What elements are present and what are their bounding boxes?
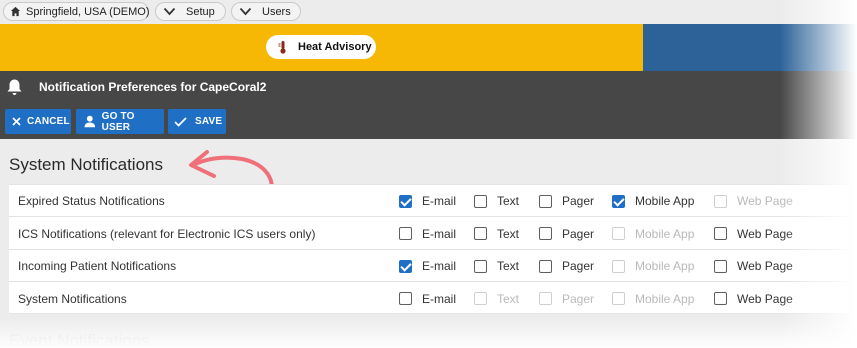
mobile-app-option: Mobile App	[612, 226, 694, 242]
e-mail-label: E-mail	[422, 194, 457, 208]
close-icon	[12, 117, 21, 126]
system-notifications-table: Expired Status Notifications E-mail Text Pa…	[9, 184, 849, 314]
e-mail-checkbox[interactable]	[399, 292, 412, 305]
e-mail-option[interactable]: E-mail	[399, 291, 456, 307]
chevron-down-icon	[163, 7, 176, 16]
e-mail-checkbox[interactable]	[399, 227, 412, 240]
mobile-app-option: Mobile App	[612, 258, 694, 274]
text-label: Text	[497, 226, 520, 241]
thermometer-icon	[278, 41, 286, 54]
row-label: Expired Status Notifications	[18, 194, 165, 208]
e-mail-label: E-mail	[422, 259, 457, 273]
mobile-app-label: Mobile App	[635, 194, 695, 208]
pager-checkbox[interactable]	[539, 194, 552, 208]
breadcrumb-users[interactable]: Users	[231, 2, 301, 21]
web-page-checkbox	[714, 194, 727, 208]
breadcrumb-setup-label: Setup	[186, 5, 215, 18]
page-header: Notification Preferences for CapeCoral2	[0, 71, 857, 104]
text-option: Text	[474, 291, 519, 307]
mobile-app-label: Mobile App	[635, 291, 695, 306]
web-page-checkbox[interactable]	[714, 259, 727, 273]
web-page-checkbox[interactable]	[714, 227, 727, 240]
mobile-app-label: Mobile App	[635, 226, 695, 241]
breadcrumb: Springfield, USA (DEMO) Setup Users	[0, 0, 857, 24]
go-to-user-button-label: GO TO USER	[101, 110, 135, 133]
e-mail-option[interactable]: E-mail	[399, 193, 456, 209]
text-option[interactable]: Text	[474, 226, 519, 242]
go-to-user-button[interactable]: GO TO USER	[76, 109, 164, 134]
table-row: ICS Notifications (relevant for Electron…	[9, 218, 849, 250]
breadcrumb-location[interactable]: Springfield, USA (DEMO)	[3, 2, 149, 21]
web-page-option[interactable]: Web Page	[714, 291, 793, 307]
bell-icon	[7, 79, 22, 95]
chevron-down-icon	[239, 7, 252, 16]
save-button-label: SAVE	[195, 116, 223, 127]
text-checkbox[interactable]	[474, 227, 487, 240]
mobile-app-checkbox	[612, 259, 625, 273]
web-page-option[interactable]: Web Page	[714, 258, 793, 274]
text-label: Text	[497, 194, 520, 208]
table-row: Expired Status Notifications E-mail Text Pa…	[9, 185, 849, 217]
table-row: Incoming Patient Notifications E-mail Text…	[9, 250, 849, 282]
user-icon	[84, 115, 96, 128]
mobile-app-option[interactable]: Mobile App	[612, 193, 694, 209]
home-icon	[10, 6, 21, 17]
web-page-label: Web Page	[737, 259, 793, 273]
pager-option: Pager	[539, 291, 594, 307]
cancel-button-label: CANCEL	[27, 116, 70, 127]
pager-option[interactable]: Pager	[539, 226, 594, 242]
save-button[interactable]: SAVE	[168, 109, 226, 134]
mobile-app-option: Mobile App	[612, 291, 694, 307]
web-page-label: Web Page	[737, 226, 793, 241]
text-label: Text	[497, 291, 520, 306]
e-mail-label: E-mail	[422, 226, 457, 241]
pager-checkbox[interactable]	[539, 259, 552, 273]
pager-label: Pager	[562, 259, 595, 273]
text-option[interactable]: Text	[474, 258, 519, 274]
row-label: ICS Notifications (relevant for Electron…	[18, 226, 316, 241]
e-mail-checkbox[interactable]	[399, 194, 412, 208]
next-section-title: Event Notifications	[9, 331, 150, 348]
mobile-app-checkbox	[612, 227, 625, 240]
pager-label: Pager	[562, 226, 595, 241]
pager-checkbox[interactable]	[539, 227, 552, 240]
text-option[interactable]: Text	[474, 193, 519, 209]
e-mail-option[interactable]: E-mail	[399, 226, 456, 242]
mobile-app-label: Mobile App	[635, 259, 695, 273]
heat-advisory-chip[interactable]: Heat Advisory	[266, 35, 376, 59]
action-toolbar: CANCEL GO TO USER SAVE	[0, 104, 857, 139]
text-label: Text	[497, 259, 520, 273]
text-checkbox[interactable]	[474, 259, 487, 273]
pager-checkbox	[539, 292, 552, 305]
web-page-option: Web Page	[714, 193, 793, 209]
web-page-checkbox[interactable]	[714, 292, 727, 305]
mobile-app-checkbox	[612, 292, 625, 305]
e-mail-checkbox[interactable]	[399, 259, 412, 273]
text-checkbox[interactable]	[474, 194, 487, 208]
pager-option[interactable]: Pager	[539, 258, 594, 274]
alert-banner-secondary	[643, 24, 857, 71]
web-page-option[interactable]: Web Page	[714, 226, 793, 242]
row-label: Incoming Patient Notifications	[18, 259, 177, 273]
section-title: System Notifications	[9, 155, 163, 174]
pager-label: Pager	[562, 194, 595, 208]
app-window: Springfield, USA (DEMO) Setup Users Heat…	[0, 0, 857, 348]
text-checkbox	[474, 292, 487, 305]
breadcrumb-location-label: Springfield, USA (DEMO)	[26, 5, 150, 18]
web-page-label: Web Page	[737, 291, 793, 306]
pager-option[interactable]: Pager	[539, 193, 594, 209]
breadcrumb-setup[interactable]: Setup	[155, 2, 226, 21]
pager-label: Pager	[562, 291, 595, 306]
heat-advisory-label: Heat Advisory	[298, 41, 372, 53]
e-mail-option[interactable]: E-mail	[399, 258, 456, 274]
e-mail-label: E-mail	[422, 291, 457, 306]
check-icon	[174, 116, 187, 127]
breadcrumb-users-label: Users	[262, 5, 291, 18]
web-page-label: Web Page	[737, 194, 793, 208]
cancel-button[interactable]: CANCEL	[5, 109, 71, 134]
table-row: System Notifications E-mail Text Pager Mobil…	[9, 283, 849, 315]
mobile-app-checkbox[interactable]	[612, 194, 625, 208]
row-label: System Notifications	[18, 291, 127, 306]
page-title: Notification Preferences for CapeCoral2	[39, 80, 267, 94]
